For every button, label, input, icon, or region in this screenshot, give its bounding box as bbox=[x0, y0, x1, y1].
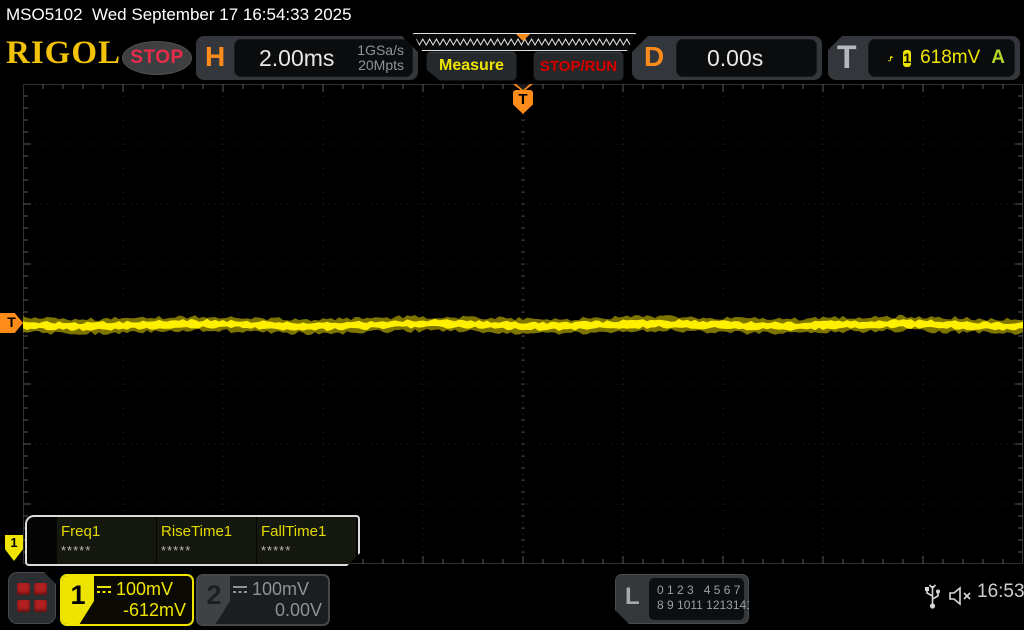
delay-value: 0.00s bbox=[707, 45, 763, 72]
usb-icon bbox=[924, 582, 941, 610]
trigger-settings-block[interactable]: T 1 618mV A bbox=[828, 36, 1020, 80]
dc-coupling-icon bbox=[96, 584, 112, 595]
run-state-label: STOP bbox=[130, 47, 183, 69]
logic-channel-numbers: 0 1 2 3 4 5 6 7 8 9 1011 12131415 bbox=[649, 578, 744, 620]
graticule-area: T T 1 Freq1 ***** RiseTime1 ***** FallTi… bbox=[0, 82, 1024, 568]
oscilloscope-screen: MSO5102 Wed September 17 16:54:33 2025 R… bbox=[0, 0, 1024, 630]
measure-label: Measure bbox=[439, 57, 504, 75]
channel-1-offset: -612mV bbox=[96, 600, 186, 621]
delay-settings-block[interactable]: D 0.00s bbox=[632, 36, 822, 80]
d-label: D bbox=[644, 41, 664, 73]
header-bar: RIGOL STOP H 2.00ms 1GSa/s 20Mpts Measur… bbox=[0, 30, 1024, 82]
bottom-status-bar: 1 100mV -612mV 2 bbox=[0, 568, 1024, 630]
memory-depth: 20Mpts bbox=[358, 57, 404, 73]
model-and-datetime: MSO5102 Wed September 17 16:54:33 2025 bbox=[6, 5, 352, 25]
preview-trigger-position-icon bbox=[516, 34, 530, 41]
measurement-label: FallTime1 bbox=[261, 523, 356, 540]
stop-run-button[interactable]: STOP/RUN bbox=[533, 51, 624, 81]
measurement-label: Freq1 bbox=[61, 523, 156, 540]
speaker-muted-icon bbox=[948, 585, 974, 607]
channel-2-number: 2 bbox=[198, 576, 230, 624]
logic-channels-block[interactable]: L 0 1 2 3 4 5 6 7 8 9 1011 12131415 bbox=[615, 574, 749, 624]
horizontal-settings-block[interactable]: H 2.00ms 1GSa/s 20Mpts bbox=[196, 36, 418, 80]
measurement-risetime1[interactable]: RiseTime1 ***** bbox=[157, 517, 256, 564]
grid-menu-button[interactable] bbox=[8, 572, 56, 624]
logic-label: L bbox=[625, 583, 640, 611]
top-status-bar: MSO5102 Wed September 17 16:54:33 2025 bbox=[0, 0, 1024, 30]
clock: 16:53 bbox=[977, 581, 1024, 603]
h-label: H bbox=[205, 41, 225, 73]
trigger-position-marker[interactable]: T bbox=[510, 84, 536, 116]
measurement-value: ***** bbox=[161, 543, 256, 558]
measurement-falltime1[interactable]: FallTime1 ***** bbox=[257, 517, 356, 564]
channel1-offset-marker[interactable]: 1 bbox=[5, 535, 23, 561]
measurement-value: ***** bbox=[261, 543, 356, 558]
stop-run-label: STOP/RUN bbox=[540, 58, 617, 75]
trigger-source-badge: 1 bbox=[903, 50, 911, 67]
rising-edge-icon bbox=[887, 50, 894, 67]
measurement-value: ***** bbox=[61, 543, 156, 558]
channel-1-number: 1 bbox=[62, 576, 94, 624]
measurement-panel[interactable]: Freq1 ***** RiseTime1 ***** FallTime1 **… bbox=[25, 515, 360, 566]
channel-2-offset: 0.00V bbox=[232, 600, 322, 621]
t-label: T bbox=[837, 39, 857, 76]
horizontal-pill: 2.00ms 1GSa/s 20Mpts bbox=[234, 39, 413, 77]
channel-1-scale: 100mV bbox=[116, 579, 173, 600]
trigger-level-marker[interactable]: T bbox=[0, 313, 23, 333]
trigger-position-flag-icon: T bbox=[513, 90, 533, 114]
measurement-freq1[interactable]: Freq1 ***** bbox=[57, 517, 156, 564]
grid-menu-icon bbox=[17, 583, 30, 595]
trigger-pill: 1 618mV A bbox=[868, 39, 1015, 77]
channel-2-scale: 100mV bbox=[252, 579, 309, 600]
channel-1-block[interactable]: 1 100mV -612mV bbox=[60, 574, 194, 626]
run-state-badge: STOP bbox=[122, 41, 192, 75]
trigger-level-value: 618mV bbox=[920, 47, 980, 69]
delay-pill: 0.00s bbox=[676, 39, 817, 77]
measurement-label: RiseTime1 bbox=[161, 523, 256, 540]
dc-coupling-icon bbox=[232, 584, 248, 595]
rigol-logo: RIGOL bbox=[6, 35, 121, 72]
ch1-waveform-trace bbox=[23, 84, 1023, 565]
trigger-sweep-mode: A bbox=[991, 47, 1005, 69]
channel-2-block[interactable]: 2 100mV 0.00V bbox=[196, 574, 330, 626]
measure-button[interactable]: Measure bbox=[426, 51, 517, 81]
sample-rate: 1GSa/s bbox=[357, 42, 404, 58]
timebase-value: 2.00ms bbox=[259, 45, 357, 72]
acquisition-info: 1GSa/s 20Mpts bbox=[357, 43, 404, 73]
